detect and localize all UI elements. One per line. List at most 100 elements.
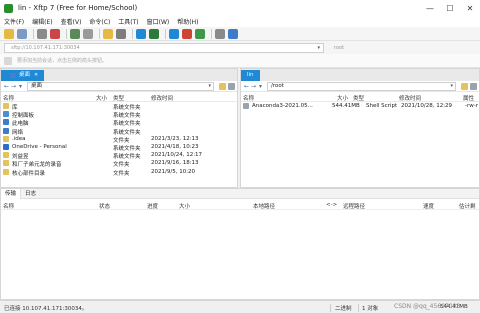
remote-path-value: /root bbox=[271, 82, 284, 89]
toolbar-divider bbox=[66, 28, 67, 39]
address-bar: sftp://10.107.41.171:30034 ▾ root bbox=[0, 41, 480, 54]
window-title: lin - Xftp 7 (Free for Home/School) bbox=[18, 4, 138, 12]
col-size[interactable]: 大小 bbox=[96, 94, 107, 102]
list-item[interactable]: 网络 系统文件夹 bbox=[1, 127, 237, 136]
back-arrow-icon[interactable]: ← bbox=[243, 83, 250, 90]
col-type[interactable]: 类型 bbox=[113, 94, 124, 102]
new-session-icon[interactable] bbox=[4, 28, 14, 39]
menu-file[interactable]: 文件(F) bbox=[4, 17, 24, 26]
col-modified[interactable]: 修改时间 bbox=[399, 94, 421, 102]
globe-icon[interactable] bbox=[169, 28, 179, 39]
col-direction[interactable]: <-> bbox=[326, 202, 337, 208]
file-modified: 2021/9/5, 10:20 bbox=[151, 168, 196, 175]
menu-edit[interactable]: 编辑(E) bbox=[32, 17, 52, 26]
col-name[interactable]: 名称 bbox=[243, 94, 254, 102]
chevron-down-icon[interactable]: ▾ bbox=[257, 83, 264, 90]
hint-arrow-icon[interactable] bbox=[4, 56, 12, 65]
up-folder-icon[interactable] bbox=[461, 82, 468, 90]
green-icon[interactable] bbox=[195, 28, 205, 39]
cancel-icon[interactable] bbox=[50, 28, 60, 39]
up-folder-icon[interactable] bbox=[219, 82, 226, 90]
address-root: root bbox=[334, 44, 345, 51]
list-item[interactable]: 此电脑 系统文件夹 bbox=[1, 118, 237, 127]
minimize-button[interactable]: — bbox=[420, 0, 440, 16]
local-tab-row: 桌面 ✕ bbox=[1, 69, 237, 81]
help-icon[interactable] bbox=[228, 28, 238, 39]
chevron-down-icon[interactable]: ▾ bbox=[317, 44, 320, 52]
col-name[interactable]: 名称 bbox=[3, 94, 14, 102]
list-item[interactable]: 核心部件目录 文件夹 2021/9/5, 10:20 bbox=[1, 168, 237, 177]
col-type[interactable]: 类型 bbox=[353, 94, 364, 102]
remote-path-row: ← → ▾ /root ▾ bbox=[241, 81, 479, 92]
col-progress[interactable]: 进度 bbox=[147, 202, 158, 210]
file-type: Shell Script bbox=[366, 103, 398, 109]
chevron-down-icon[interactable]: ▾ bbox=[17, 83, 24, 90]
list-item[interactable]: 和厂子弟元龙的录音 文件夹 2021/9/16, 18:13 bbox=[1, 159, 237, 168]
toolbar bbox=[0, 27, 480, 41]
menu-window[interactable]: 窗口(W) bbox=[147, 17, 170, 26]
col-speed[interactable]: 速度 bbox=[423, 202, 434, 210]
list-item[interactable]: 库系统文件夹 bbox=[1, 102, 237, 111]
maximize-button[interactable]: ☐ bbox=[440, 0, 460, 16]
close-tab-icon[interactable]: ✕ bbox=[34, 70, 38, 81]
refresh-icon[interactable] bbox=[70, 28, 80, 39]
forward-arrow-icon[interactable]: → bbox=[250, 83, 257, 90]
remote-tab-row: lin bbox=[241, 69, 479, 81]
col-size[interactable]: 大小 bbox=[179, 202, 190, 210]
tab-log[interactable]: 日志 bbox=[21, 189, 40, 199]
open-session-icon[interactable] bbox=[17, 28, 27, 39]
list-item[interactable]: 控制面板 系统文件夹 bbox=[1, 110, 237, 119]
address-input[interactable]: sftp://10.107.41.171:30034 ▾ bbox=[4, 42, 324, 53]
list-item[interactable]: OneDrive - Personal 系统文件夹 2021/4/18, 10:23 bbox=[1, 143, 237, 152]
tab-transfer[interactable]: 传输 bbox=[1, 188, 22, 199]
col-attr[interactable]: 属性 bbox=[463, 94, 474, 102]
disconnect-icon[interactable] bbox=[37, 28, 47, 39]
properties-icon[interactable] bbox=[116, 28, 126, 39]
file-modified: 2021/10/24, 12:17 bbox=[151, 152, 203, 159]
menu-command[interactable]: 命令(C) bbox=[89, 17, 110, 26]
col-eta[interactable]: 估计剩 bbox=[459, 202, 476, 210]
col-local-path[interactable]: 本地路径 bbox=[253, 202, 275, 210]
file-name: Anaconda3-2021.05... bbox=[252, 103, 313, 109]
status-mode[interactable]: 二进制 bbox=[335, 304, 352, 312]
col-size[interactable]: 大小 bbox=[337, 94, 348, 102]
control-panel-icon bbox=[3, 111, 9, 118]
xshell-icon[interactable] bbox=[182, 28, 192, 39]
chevron-down-icon[interactable]: ▾ bbox=[208, 83, 211, 90]
menu-help[interactable]: 帮助(H) bbox=[177, 17, 198, 26]
refresh-icon[interactable] bbox=[228, 82, 235, 90]
close-button[interactable]: ✕ bbox=[460, 0, 480, 16]
tab-remote-lin[interactable]: lin bbox=[241, 70, 260, 81]
toolbar-divider bbox=[211, 28, 212, 39]
remote-path-input[interactable]: /root ▾ bbox=[267, 81, 456, 91]
col-name[interactable]: 名称 bbox=[3, 202, 14, 210]
transfer-icon[interactable] bbox=[136, 28, 146, 39]
col-remote-path[interactable]: 远程路径 bbox=[343, 202, 365, 210]
sync-icon[interactable] bbox=[83, 28, 93, 39]
forward-arrow-icon[interactable]: → bbox=[10, 83, 17, 90]
col-status[interactable]: 状态 bbox=[99, 202, 110, 210]
local-path-value: 桌面 bbox=[31, 82, 43, 89]
local-file-list: 库系统文件夹 控制面板 系统文件夹 此电脑 系统文件夹 网络 系统文件夹 .idea 文… bbox=[1, 102, 237, 177]
settings-icon[interactable] bbox=[215, 28, 225, 39]
file-size: 544.41MB bbox=[332, 103, 360, 109]
queue-icon[interactable] bbox=[149, 28, 159, 39]
menu-tools[interactable]: 工具(T) bbox=[118, 17, 138, 26]
back-arrow-icon[interactable]: ← bbox=[3, 83, 10, 90]
menu-bar: 文件(F) 编辑(E) 查看(V) 命令(C) 工具(T) 窗口(W) 帮助(H… bbox=[0, 16, 480, 27]
file-modified: 2021/10/28, 12:29 bbox=[401, 103, 453, 109]
file-modified: 2021/9/16, 18:13 bbox=[151, 160, 199, 167]
menu-view[interactable]: 查看(V) bbox=[61, 17, 82, 26]
tab-local-desktop[interactable]: 桌面 ✕ bbox=[1, 70, 45, 81]
refresh-icon[interactable] bbox=[470, 82, 477, 90]
list-item[interactable]: .idea 文件夹 2021/3/23, 12:13 bbox=[1, 135, 237, 144]
list-item[interactable]: Anaconda3-2021.05... 544.41MB Shell Scri… bbox=[241, 102, 479, 110]
chevron-down-icon[interactable]: ▾ bbox=[450, 83, 453, 90]
network-icon bbox=[3, 127, 9, 134]
col-modified[interactable]: 修改时间 bbox=[151, 94, 173, 102]
list-item[interactable]: 刘益昱 系统文件夹 2021/10/24, 12:17 bbox=[1, 151, 237, 160]
local-path-input[interactable]: 桌面 ▾ bbox=[27, 81, 214, 91]
transfer-panel: 传输 日志 名称 状态 进度 大小 本地路径 <-> 远程路径 速度 估计剩 bbox=[0, 188, 480, 300]
new-folder-icon[interactable] bbox=[103, 28, 113, 39]
status-divider bbox=[358, 304, 359, 312]
